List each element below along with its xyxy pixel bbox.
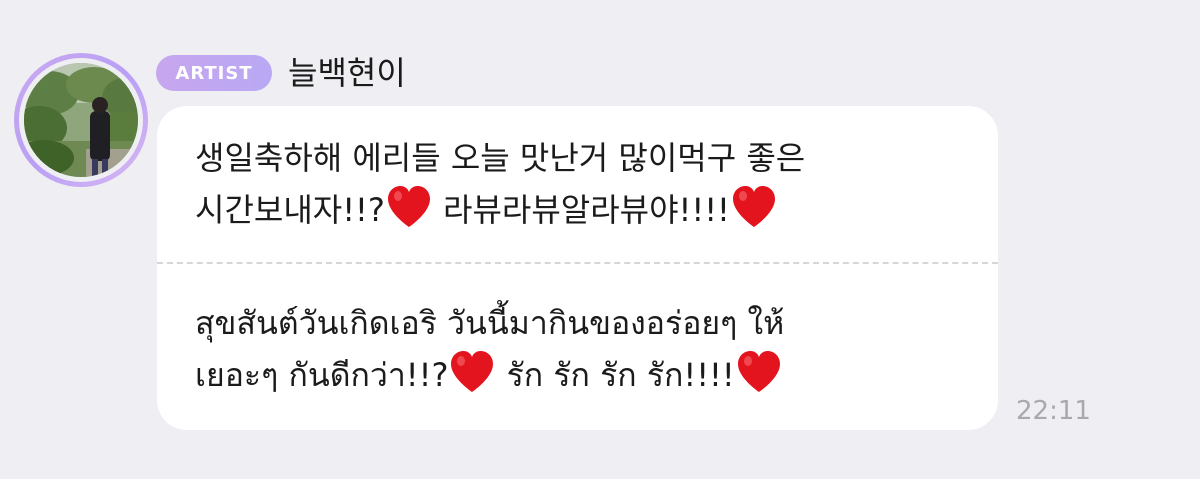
author-name[interactable]: 늘백현이 [288, 50, 406, 96]
red-heart-icon [732, 186, 775, 227]
avatar-ring[interactable] [14, 53, 148, 187]
message-korean: 생일축하해 에리들 오늘 맛난거 많이먹구 좋은 시간보내자!!? 라뷰라뷰알라… [195, 132, 995, 236]
message-timestamp: 22:11 [1016, 396, 1091, 426]
red-heart-icon [451, 351, 494, 392]
message-thai: สุขสันต์วันเกิดเอริ วันนี้มากินของอร่อยๆ… [195, 297, 995, 401]
translation-divider [157, 262, 998, 264]
avatar-gap [19, 58, 143, 182]
artist-badge: ARTIST [156, 55, 272, 91]
red-heart-icon [737, 351, 780, 392]
message-thai-line-1: สุขสันต์วันเกิดเอริ วันนี้มากินของอร่อยๆ… [195, 304, 785, 342]
message-korean-line-1: 생일축하해 에리들 오늘 맛난거 많이먹구 좋은 [195, 139, 806, 177]
message-thai-line-2: เยอะๆ กันดีกว่า!!? รัก รัก รัก รัก!!!! [195, 349, 995, 401]
message-korean-line-2-text-a: 시간보내자!!? [195, 191, 385, 229]
message-thai-line-2-text-a: เยอะๆ กันดีกว่า!!? [195, 356, 449, 394]
message-korean-line-2: 시간보내자!!? 라뷰라뷰알라뷰야!!!! [195, 184, 995, 236]
red-heart-icon [387, 186, 430, 227]
artist-badge-label: ARTIST [175, 62, 253, 84]
message-korean-line-2-text-b: 라뷰라뷰알라뷰야!!!! [432, 191, 730, 229]
message-thai-line-2-text-b: รัก รัก รัก รัก!!!! [496, 356, 735, 394]
avatar[interactable] [24, 63, 138, 177]
message-bubble[interactable]: 생일축하해 에리들 오늘 맛난거 많이먹구 좋은 시간보내자!!? 라뷰라뷰알라… [157, 106, 998, 430]
